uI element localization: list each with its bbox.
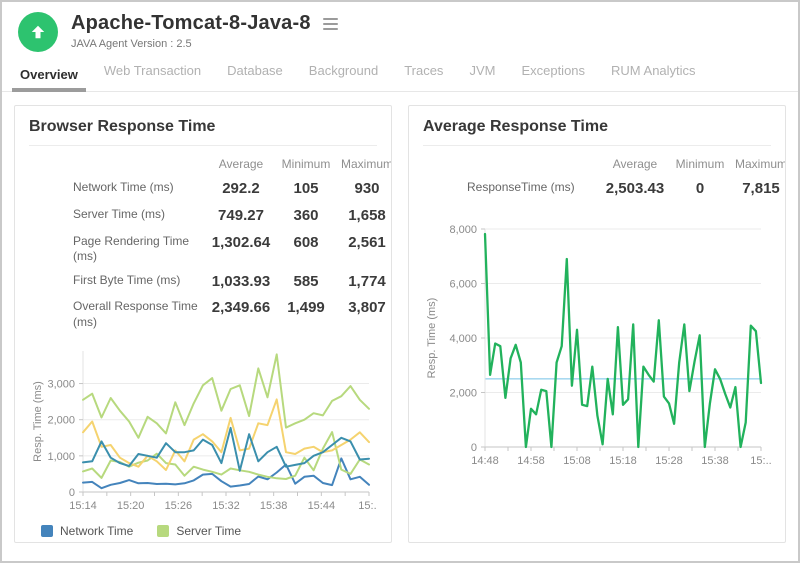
tab-rum-analytics[interactable]: RUM Analytics [603, 63, 704, 92]
svg-text:0: 0 [69, 487, 75, 499]
metric-label: Overall Response Time (ms) [29, 299, 205, 330]
metric-value: 585 [277, 273, 335, 292]
svg-text:Resp. Time (ms): Resp. Time (ms) [426, 297, 438, 378]
panel-average-response-time: Average Response Time AverageMinimumMaxi… [408, 105, 786, 543]
svg-text:6,000: 6,000 [449, 278, 477, 290]
column-header-average: Average [599, 157, 671, 172]
divider [423, 145, 771, 146]
column-header-maximum: Maximum [729, 157, 786, 172]
average-response-time-chart[interactable]: 0 2,000 4,000 6,000 8,000 14:48 14:58 15:08 15:1… [423, 217, 771, 475]
metric-value: 1,499 [277, 299, 335, 318]
metric-value: 2,503.43 [599, 180, 671, 199]
column-header-minimum: Minimum [671, 157, 729, 172]
hamburger-menu-icon[interactable] [321, 16, 340, 32]
monitor-status-icon [18, 12, 58, 52]
legend-swatch [41, 525, 53, 537]
svg-text:15:32: 15:32 [212, 500, 240, 512]
metric-value: 749.27 [205, 207, 277, 226]
table-row: ResponseTime (ms)2,503.4307,815 [423, 176, 786, 203]
svg-text:4,000: 4,000 [449, 333, 477, 345]
up-arrow-icon [28, 22, 48, 42]
tab-background[interactable]: Background [301, 63, 386, 92]
panel-browser-response-time: Browser Response Time AverageMinimumMaxi… [14, 105, 392, 543]
metric-label: First Byte Time (ms) [29, 273, 205, 289]
svg-text:8,000: 8,000 [449, 224, 477, 236]
tab-traces[interactable]: Traces [396, 63, 451, 92]
svg-text:15:44: 15:44 [308, 500, 336, 512]
column-header-maximum: Maximum [335, 157, 392, 172]
agent-version-label: JAVA Agent Version : 2.5 [71, 38, 340, 50]
table-header-row: AverageMinimumMaximum [423, 153, 786, 176]
metric-value: 3,807 [335, 299, 392, 318]
svg-text:14:48: 14:48 [471, 455, 499, 467]
table-header-row: AverageMinimumMaximum [29, 153, 392, 176]
app-window: Apache-Tomcat-8-Java-8 JAVA Agent Versio… [0, 0, 800, 563]
average-response-stats-table: AverageMinimumMaximumResponseTime (ms)2,… [423, 153, 786, 203]
metric-value: 2,349.66 [205, 299, 277, 318]
svg-text:2,000: 2,000 [47, 414, 75, 426]
panel-title: Browser Response Time [29, 118, 377, 136]
tab-overview[interactable]: Overview [12, 67, 86, 92]
svg-text:0: 0 [471, 442, 477, 454]
svg-text:15:38: 15:38 [260, 500, 288, 512]
svg-text:15:26: 15:26 [165, 500, 193, 512]
legend-label: Network Time [60, 524, 133, 538]
svg-text:15:..: 15:.. [750, 455, 771, 467]
tab-jvm[interactable]: JVM [461, 63, 503, 92]
panel-title: Average Response Time [423, 118, 771, 136]
metric-label: Network Time (ms) [29, 180, 205, 196]
metric-value: 2,561 [335, 234, 392, 253]
legend-swatch [157, 525, 169, 537]
svg-text:14:58: 14:58 [517, 455, 545, 467]
column-header-minimum: Minimum [277, 157, 335, 172]
metric-label: Server Time (ms) [29, 207, 205, 223]
svg-text:15:..: 15:.. [358, 500, 377, 512]
svg-text:3,000: 3,000 [47, 378, 75, 390]
table-row: First Byte Time (ms)1,033.935851,774 [29, 269, 392, 296]
table-row: Page Rendering Time (ms)1,302.646082,561 [29, 230, 392, 269]
metric-value: 1,302.64 [205, 234, 277, 253]
svg-text:15:08: 15:08 [563, 455, 591, 467]
metric-value: 1,658 [335, 207, 392, 226]
legend-item-network-time[interactable]: Network Time [41, 524, 133, 538]
column-header-average: Average [205, 157, 277, 172]
svg-text:15:28: 15:28 [655, 455, 683, 467]
metric-value: 105 [277, 180, 335, 199]
tab-exceptions[interactable]: Exceptions [513, 63, 593, 92]
legend-label: Server Time [176, 524, 241, 538]
svg-text:15:38: 15:38 [701, 455, 729, 467]
svg-text:15:20: 15:20 [117, 500, 145, 512]
dashboard-content: Browser Response Time AverageMinimumMaxi… [2, 93, 798, 561]
browser-response-stats-table: AverageMinimumMaximumNetwork Time (ms)29… [29, 153, 392, 335]
metric-value: 7,815 [729, 180, 786, 199]
browser-response-time-chart[interactable]: 0 1,000 2,000 3,000 15:14 15:20 15:26 15:32 15:3… [29, 343, 377, 518]
metric-value: 1,774 [335, 273, 392, 292]
table-row: Network Time (ms)292.2105930 [29, 176, 392, 203]
metric-label: ResponseTime (ms) [423, 180, 599, 196]
svg-text:15:18: 15:18 [609, 455, 637, 467]
chart-legend: Network TimeServer TimePage Rendering Ti… [41, 524, 353, 543]
svg-text:1,000: 1,000 [47, 450, 75, 462]
table-row: Overall Response Time (ms)2,349.661,4993… [29, 295, 392, 334]
divider [29, 145, 377, 146]
table-row: Server Time (ms)749.273601,658 [29, 203, 392, 230]
tab-bar: Overview Web Transaction Database Backgroun… [2, 58, 798, 92]
metric-value: 608 [277, 234, 335, 253]
metric-value: 930 [335, 180, 392, 199]
monitor-title: Apache-Tomcat-8-Java-8 [71, 12, 311, 35]
legend-item-server-time[interactable]: Server Time [157, 524, 241, 538]
svg-text:2,000: 2,000 [449, 387, 477, 399]
monitor-header: Apache-Tomcat-8-Java-8 JAVA Agent Versio… [2, 2, 798, 58]
metric-value: 292.2 [205, 180, 277, 199]
tab-database[interactable]: Database [219, 63, 291, 92]
metric-value: 360 [277, 207, 335, 226]
metric-value: 0 [671, 180, 729, 199]
metric-label: Page Rendering Time (ms) [29, 234, 205, 265]
metric-value: 1,033.93 [205, 273, 277, 292]
svg-text:Resp. Time (ms): Resp. Time (ms) [32, 381, 44, 462]
svg-text:15:14: 15:14 [69, 500, 97, 512]
tab-web-transaction[interactable]: Web Transaction [96, 63, 209, 92]
